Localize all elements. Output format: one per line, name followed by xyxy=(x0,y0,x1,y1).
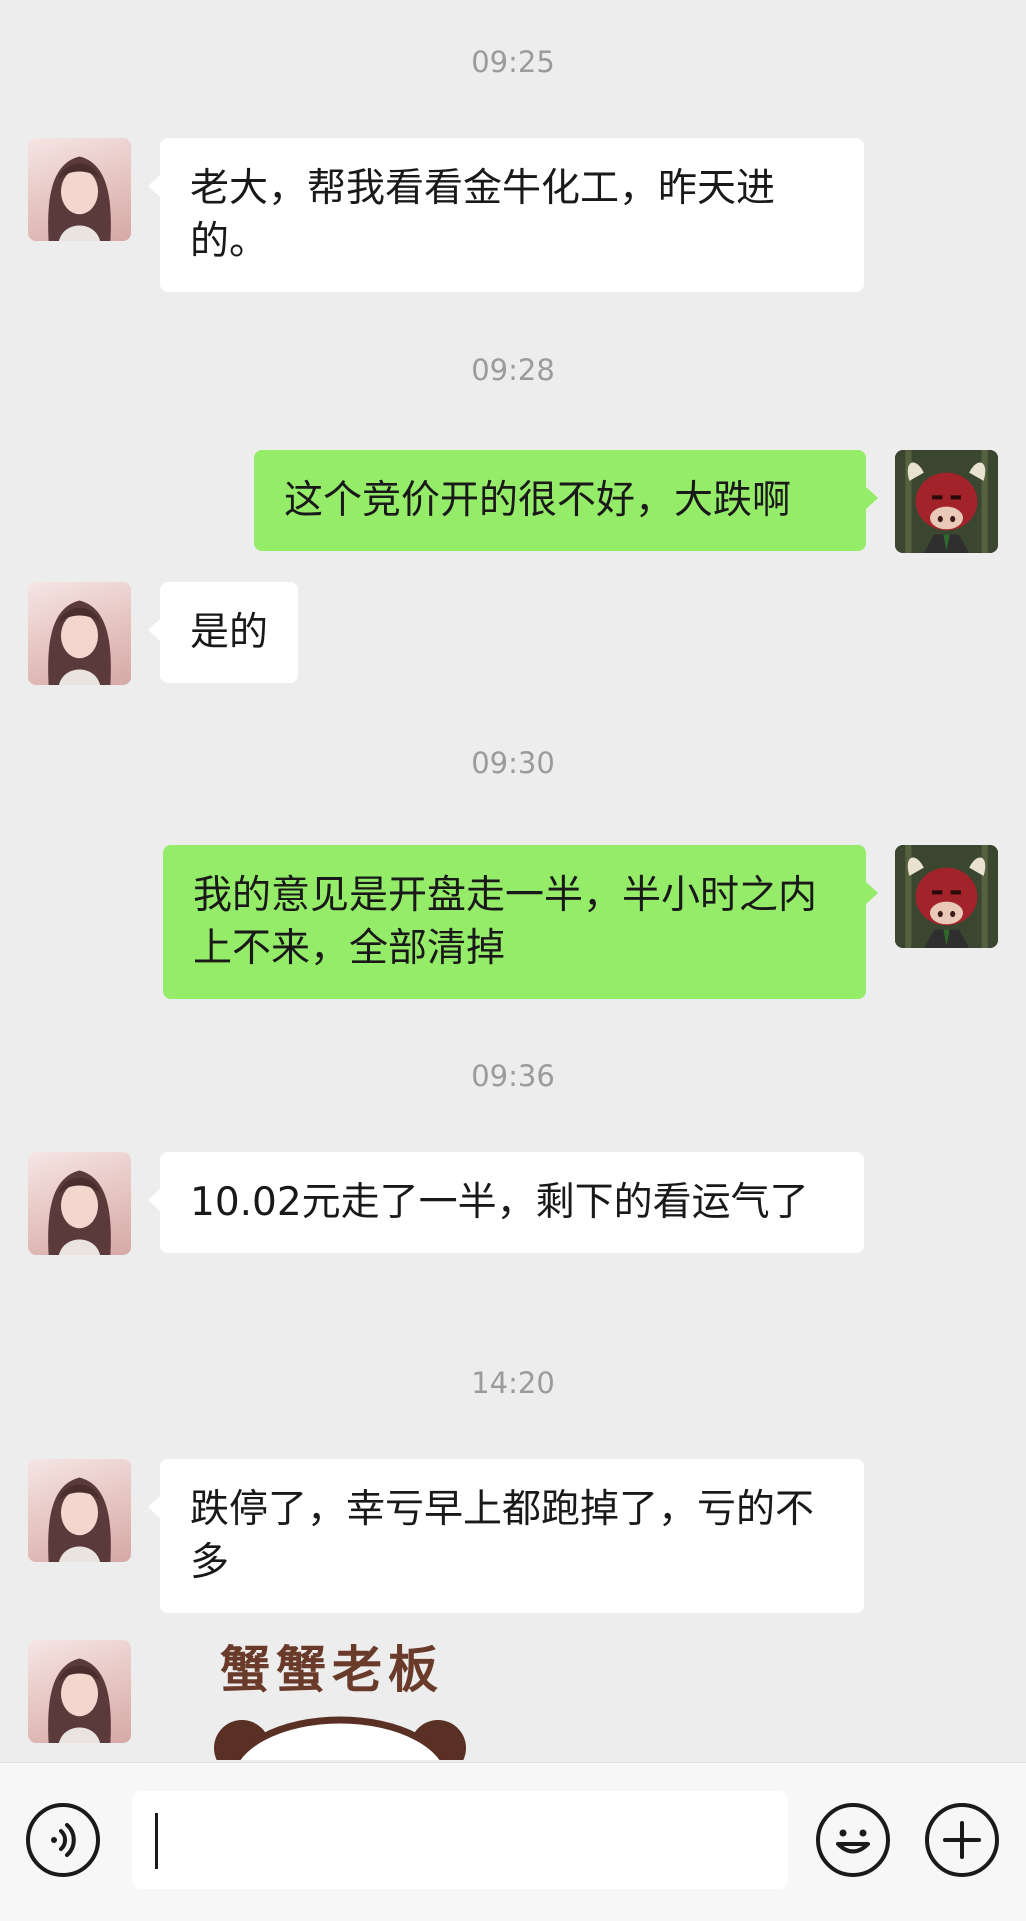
message-bubble-received[interactable]: 跌停了，幸亏早上都跑掉了，亏的不多 xyxy=(148,1459,864,1613)
sticker-message[interactable]: 蟹蟹老板 xyxy=(200,1630,500,1760)
timestamp: 09:28 xyxy=(471,353,555,387)
timestamp: 09:30 xyxy=(471,746,555,780)
message-bubble-received[interactable]: 10.02元走了一半，剩下的看运气了 xyxy=(148,1152,864,1253)
timestamp: 09:25 xyxy=(471,45,555,79)
contact-avatar[interactable] xyxy=(28,1152,131,1255)
contact-avatar-image xyxy=(48,600,111,685)
contact-avatar[interactable] xyxy=(28,138,131,241)
my-avatar[interactable] xyxy=(895,450,998,553)
emoji-icon xyxy=(836,1829,870,1854)
more-button[interactable] xyxy=(925,1803,999,1877)
bear-sticker-icon xyxy=(214,1716,466,1760)
message-text: 跌停了，幸亏早上都跑掉了，亏的不多 xyxy=(190,1487,815,1585)
my-avatar[interactable] xyxy=(895,845,998,948)
text-caret xyxy=(155,1813,158,1869)
message-bubble-sent[interactable]: 我的意见是开盘走一半，半小时之内上不来，全部清掉 xyxy=(163,845,878,999)
message-text: 是的 xyxy=(190,610,269,655)
timestamp: 09:36 xyxy=(471,1059,555,1093)
contact-avatar[interactable] xyxy=(28,582,131,685)
voice-button[interactable] xyxy=(26,1803,100,1877)
message-bubble-received[interactable]: 是的 xyxy=(147,582,299,683)
contact-avatar-image xyxy=(48,1170,111,1255)
message-text: 我的意见是开盘走一半，半小时之内上不来，全部清掉 xyxy=(193,873,818,971)
bull-avatar-icon xyxy=(895,450,998,553)
plus-icon xyxy=(943,1821,981,1859)
contact-avatar[interactable] xyxy=(28,1640,131,1743)
voice-icon xyxy=(51,1823,76,1857)
bull-avatar-icon xyxy=(895,845,998,948)
contact-avatar-image xyxy=(48,156,111,241)
emoji-button[interactable] xyxy=(816,1803,890,1877)
message-bubble-sent[interactable]: 这个竞价开的很不好，大跌啊 xyxy=(254,450,878,551)
contact-avatar-image xyxy=(48,1658,111,1743)
message-text: 这个竞价开的很不好，大跌啊 xyxy=(284,478,792,523)
message-text: 10.02元走了一半，剩下的看运气了 xyxy=(190,1180,809,1225)
chat-input-bar xyxy=(0,1762,1026,1921)
message-text: 老大，帮我看看金牛化工，昨天进的。 xyxy=(190,166,776,264)
timestamp: 14:20 xyxy=(471,1366,555,1400)
contact-avatar-image xyxy=(48,1477,111,1562)
message-bubble-received[interactable]: 老大，帮我看看金牛化工，昨天进的。 xyxy=(148,138,864,292)
contact-avatar[interactable] xyxy=(28,1459,131,1562)
message-input[interactable] xyxy=(132,1791,788,1889)
